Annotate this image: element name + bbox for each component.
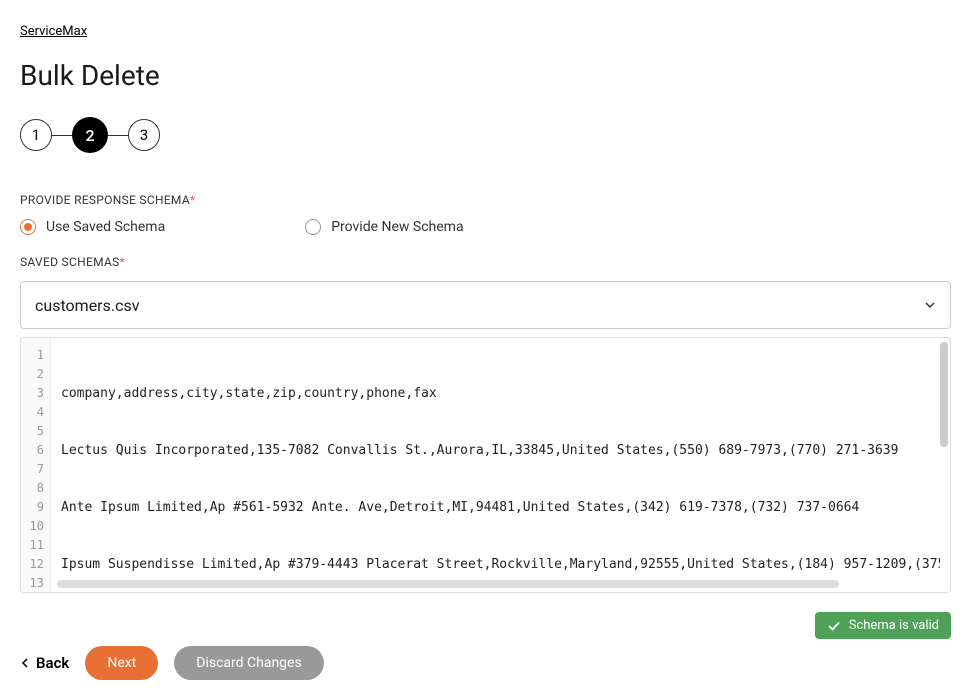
code-content[interactable]: company,address,city,state,zip,country,p… [51, 338, 950, 592]
code-line: company,address,city,state,zip,country,p… [61, 384, 940, 403]
back-label: Back [36, 654, 69, 672]
step-1[interactable]: 1 [20, 119, 52, 151]
validation-badge: Schema is valid [815, 612, 951, 639]
chevron-down-icon [924, 299, 936, 311]
step-connector [108, 135, 128, 136]
saved-schemas-select[interactable]: customers.csv [20, 281, 951, 329]
saved-schemas-select-wrapper: customers.csv [20, 281, 951, 329]
breadcrumb-link[interactable]: ServiceMax [20, 24, 87, 39]
scrollbar-thumb[interactable] [57, 580, 839, 588]
schema-radio-group: Use Saved Schema Provide New Schema [20, 219, 951, 235]
page-title: Bulk Delete [20, 59, 951, 92]
scrollbar-horizontal[interactable] [57, 580, 936, 588]
code-line: Ipsum Suspendisse Limited,Ap #379-4443 P… [61, 555, 940, 574]
stepper: 1 2 3 [20, 117, 951, 153]
required-marker: * [190, 193, 195, 207]
required-marker: * [120, 255, 125, 269]
chevron-left-icon [20, 658, 30, 668]
radio-label: Provide New Schema [331, 219, 463, 235]
radio-use-saved-schema[interactable]: Use Saved Schema [20, 219, 165, 235]
scrollbar-thumb[interactable] [940, 342, 948, 447]
step-2[interactable]: 2 [72, 117, 108, 153]
code-line: Ante Ipsum Limited,Ap #561-5932 Ante. Av… [61, 498, 940, 517]
saved-schemas-label: SAVED SCHEMAS* [20, 255, 951, 269]
check-icon [827, 619, 841, 633]
radio-indicator [305, 219, 321, 235]
line-numbers: 1 2 3 4 5 6 7 8 9 10 11 12 13 [21, 338, 51, 592]
code-editor[interactable]: 1 2 3 4 5 6 7 8 9 10 11 12 13 company,ad… [20, 337, 951, 593]
radio-dot [24, 223, 32, 231]
validation-text: Schema is valid [849, 618, 939, 633]
next-button[interactable]: Next [85, 646, 158, 680]
step-connector [52, 135, 72, 136]
radio-indicator [20, 219, 36, 235]
radio-label: Use Saved Schema [46, 219, 165, 235]
footer-actions: Back Next Discard Changes [20, 646, 324, 680]
back-button[interactable]: Back [20, 654, 69, 672]
select-value: customers.csv [35, 296, 139, 315]
discard-button[interactable]: Discard Changes [174, 646, 323, 680]
schema-section-label: PROVIDE RESPONSE SCHEMA* [20, 193, 951, 207]
step-3[interactable]: 3 [128, 119, 160, 151]
scrollbar-vertical[interactable] [940, 342, 948, 582]
radio-provide-new-schema[interactable]: Provide New Schema [305, 219, 463, 235]
code-line: Lectus Quis Incorporated,135-7082 Conval… [61, 441, 940, 460]
